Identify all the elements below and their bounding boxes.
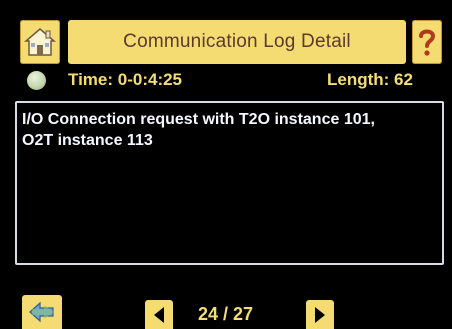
page-indicator: 24 / 27	[198, 304, 254, 324]
home-button[interactable]	[20, 20, 60, 64]
message-text: I/O Connection request with T2O instance…	[22, 111, 375, 149]
title-bar: Communication Log Detail	[68, 20, 406, 64]
page-title: Communication Log Detail	[123, 31, 351, 52]
length-label: Length: 62	[327, 70, 413, 89]
previous-page-button[interactable]	[145, 300, 173, 329]
log-detail-screen: Communication Log Detail Time: 0-0:4:25 …	[0, 0, 452, 329]
next-page-button[interactable]	[306, 300, 334, 329]
status-led-icon	[27, 71, 46, 90]
help-button[interactable]	[412, 20, 442, 64]
back-button[interactable]	[22, 295, 62, 329]
message-box: I/O Connection request with T2O instance…	[15, 101, 444, 265]
time-label: Time: 0-0:4:25	[68, 70, 183, 89]
